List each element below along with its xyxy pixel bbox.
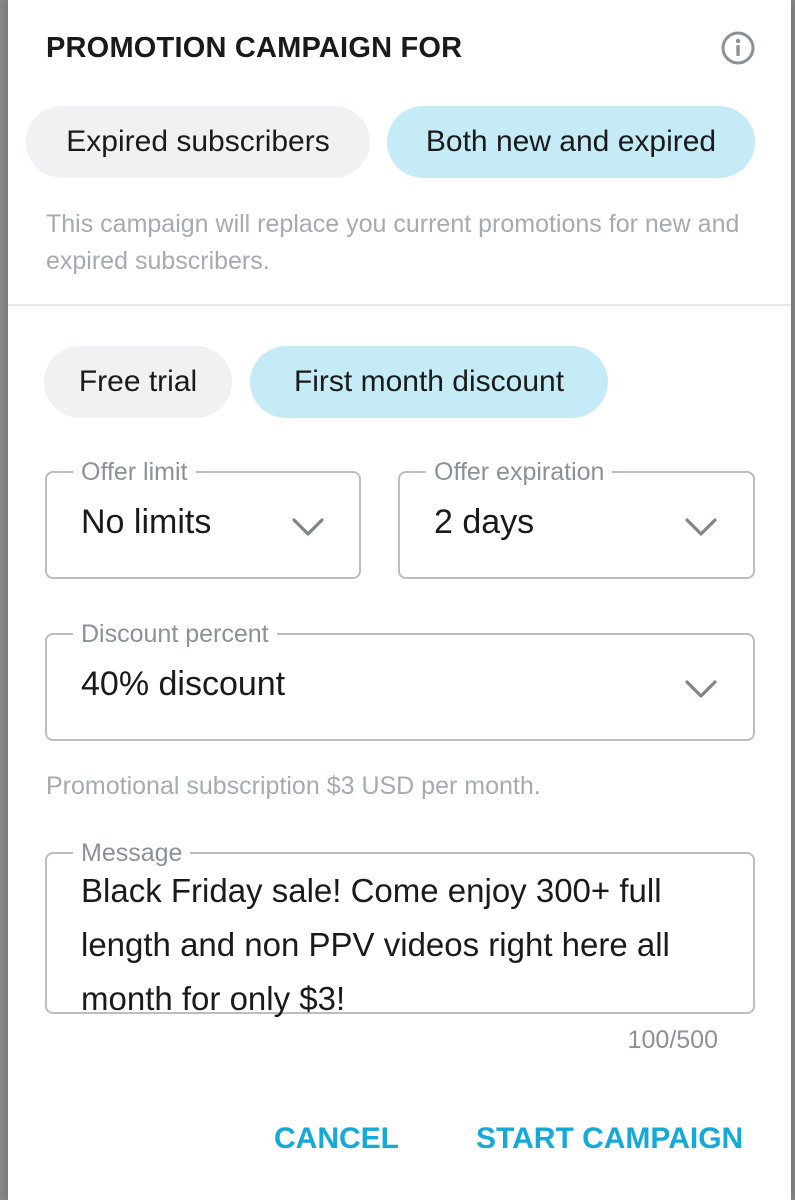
offer-expiration-label: Offer expiration — [426, 457, 613, 487]
discount-percent-select[interactable]: Discount percent 40% discount — [45, 619, 755, 741]
chevron-down-icon — [685, 518, 717, 536]
backdrop-right — [791, 0, 795, 1200]
audience-hint: This campaign will replace you current p… — [46, 210, 740, 275]
start-campaign-button[interactable]: START CAMPAIGN — [476, 1122, 743, 1156]
offer-type-free-trial[interactable]: Free trial — [44, 346, 232, 418]
chevron-down-icon — [685, 680, 717, 698]
cancel-button[interactable]: CANCEL — [274, 1122, 399, 1156]
message-field[interactable]: Message Black Friday sale! Come enjoy 30… — [45, 838, 755, 1017]
message-text[interactable]: Black Friday sale! Come enjoy 300+ full … — [81, 864, 741, 1026]
audience-expired-subscribers[interactable]: Expired subscribers — [26, 106, 370, 178]
offer-limit-label: Offer limit — [73, 457, 196, 487]
offer-limit-select[interactable]: Offer limit No limits — [45, 457, 361, 579]
offer-expiration-select[interactable]: Offer expiration 2 days — [398, 457, 755, 579]
info-icon[interactable] — [720, 30, 756, 66]
promotion-campaign-dialog: PROMOTION CAMPAIGN FOR Expired subscribe… — [8, 0, 791, 1200]
backdrop-left — [0, 0, 8, 1200]
discount-percent-label: Discount percent — [73, 619, 277, 649]
offer-expiration-value: 2 days — [434, 503, 535, 541]
character-counter: 100/500 — [627, 1026, 718, 1054]
chevron-down-icon — [292, 518, 324, 536]
offer-type-first-month-discount[interactable]: First month discount — [250, 346, 608, 418]
section-divider — [8, 304, 791, 306]
dialog-title: PROMOTION CAMPAIGN FOR — [46, 32, 463, 64]
audience-both-new-and-expired[interactable]: Both new and expired — [387, 106, 755, 178]
dialog-header: PROMOTION CAMPAIGN FOR — [46, 26, 766, 70]
offer-limit-value: No limits — [81, 503, 212, 541]
price-hint: Promotional subscription $3 USD per mont… — [46, 772, 541, 800]
discount-percent-value: 40% discount — [81, 665, 286, 703]
